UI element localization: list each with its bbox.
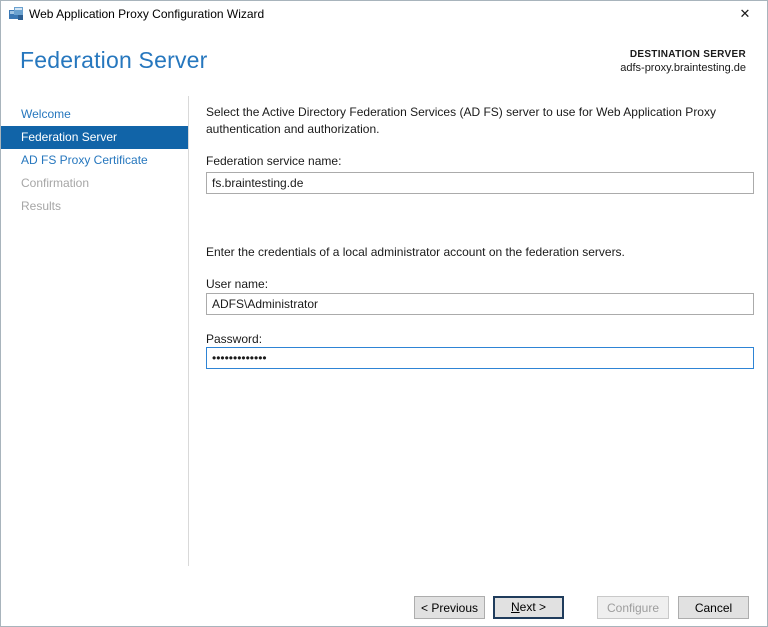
- username-label: User name:: [206, 277, 269, 291]
- federation-service-name-label: Federation service name:: [206, 154, 342, 168]
- destination-server-label: DESTINATION SERVER: [629, 49, 746, 60]
- close-button[interactable]: ✕: [728, 2, 762, 26]
- sidebar-item-results: Results: [21, 199, 62, 213]
- next-button-rest: ext >: [519, 600, 547, 614]
- configure-button: Configure: [597, 596, 669, 619]
- next-button[interactable]: Next >: [493, 596, 564, 619]
- password-input[interactable]: [206, 347, 754, 369]
- sidebar-item-welcome[interactable]: Welcome: [1, 103, 188, 126]
- cancel-button[interactable]: Cancel: [678, 596, 749, 619]
- wizard-steps-sidebar: Welcome Federation Server AD FS Proxy Ce…: [1, 103, 188, 218]
- destination-server-block: DESTINATION SERVER adfs-proxy.braintesti…: [620, 48, 746, 75]
- page-title: Federation Server: [20, 47, 208, 73]
- username-input[interactable]: [206, 293, 754, 315]
- window-title: Web Application Proxy Configuration Wiza…: [29, 7, 265, 21]
- sidebar-item-adfs-proxy-certificate[interactable]: AD FS Proxy Certificate: [1, 149, 188, 172]
- credentials-instruction-text: Enter the credentials of a local adminis…: [206, 245, 625, 259]
- app-icon: [9, 7, 23, 20]
- destination-server-value: adfs-proxy.braintesting.de: [620, 62, 746, 74]
- wizard-window: Web Application Proxy Configuration Wiza…: [0, 0, 768, 627]
- federation-service-name-input[interactable]: [206, 172, 754, 194]
- password-label: Password:: [206, 332, 263, 346]
- sidebar-item-confirmation: Confirmation: [21, 176, 90, 190]
- sidebar-divider: [188, 96, 189, 566]
- next-button-accel: N: [510, 600, 520, 614]
- intro-text: Select the Active Directory Federation S…: [206, 105, 716, 137]
- title-bar: Web Application Proxy Configuration Wiza…: [1, 1, 767, 27]
- previous-button[interactable]: < Previous: [414, 596, 485, 619]
- sidebar-item-federation-server[interactable]: Federation Server: [1, 126, 188, 149]
